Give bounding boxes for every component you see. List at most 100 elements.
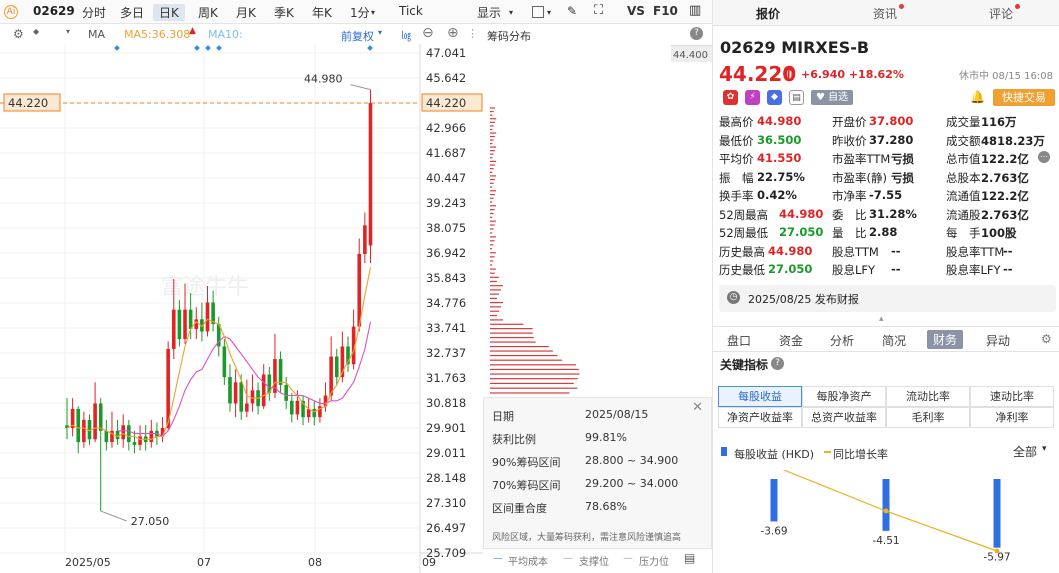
draw-pen-icon[interactable]: ✎ <box>567 4 577 18</box>
candle-body[interactable] <box>357 253 362 327</box>
candle-body[interactable] <box>93 403 97 440</box>
more-dots-icon[interactable]: ⋯ <box>1038 151 1050 163</box>
fullscreen-icon[interactable]: ⛶ <box>594 3 603 18</box>
period-1min[interactable]: 1分 <box>350 4 370 21</box>
candle-body[interactable] <box>138 436 142 445</box>
more-icon[interactable]: ⋮ <box>467 27 478 40</box>
candle-body[interactable] <box>82 419 86 443</box>
period-monthly-k[interactable]: 月K <box>236 4 256 21</box>
candle-body[interactable] <box>245 403 249 412</box>
ma-label[interactable]: MA <box>88 28 105 41</box>
period-tick[interactable]: Tick <box>399 4 423 18</box>
candle-body[interactable] <box>127 425 131 443</box>
candle-body[interactable] <box>278 359 283 385</box>
candle-body[interactable] <box>295 400 300 415</box>
ai-assistant-icon[interactable]: Ai <box>4 5 18 19</box>
candle-body[interactable] <box>250 390 255 404</box>
kpi-bvps[interactable]: 每股净资产 <box>802 386 886 407</box>
panel-settings-icon[interactable]: ⚙ <box>1041 332 1052 346</box>
candle-body[interactable] <box>239 382 244 412</box>
kpi-net-margin[interactable]: 净利率 <box>970 407 1054 428</box>
candle-body[interactable] <box>312 408 317 418</box>
vs-compare-button[interactable]: VS <box>627 4 645 18</box>
tab-quote[interactable]: 报价 <box>756 5 780 22</box>
tab-comments[interactable]: 评论 <box>989 5 1013 22</box>
kpi-eps[interactable]: 每股收益 <box>718 386 802 407</box>
kpi-help-icon[interactable]: ? <box>771 357 784 370</box>
tab-news[interactable]: 资讯 <box>873 5 897 22</box>
tab-capital[interactable]: 资金 <box>779 332 803 349</box>
period-intraday[interactable]: 分时 <box>82 4 106 21</box>
candle-body[interactable] <box>115 430 120 440</box>
tab-financials[interactable]: 财务 <box>927 330 964 349</box>
candle-body[interactable] <box>132 442 137 445</box>
chip-bar <box>490 332 533 334</box>
period-weekly-k[interactable]: 周K <box>198 4 218 21</box>
candle-body[interactable] <box>188 309 193 330</box>
display-dropdown-icon[interactable]: ▾ <box>509 8 513 17</box>
kline-chart[interactable]: 47.041 45.642 42.966 41.687 40.447 39.243 38.0… <box>0 44 483 573</box>
candle-body[interactable] <box>121 425 125 440</box>
adjust-mode[interactable]: 前复权 <box>341 28 374 44</box>
tab-order-book[interactable]: 盘口 <box>727 332 751 349</box>
candle-body[interactable] <box>290 400 294 415</box>
candle-body[interactable] <box>98 403 103 431</box>
candle-body[interactable] <box>104 430 109 443</box>
candle-body[interactable] <box>363 225 367 254</box>
kpi-roa[interactable]: 总资产收益率 <box>802 407 886 428</box>
period-dropdown-icon[interactable]: ▾ <box>371 8 375 17</box>
filter-chevron-icon[interactable]: ▾ <box>1042 444 1047 454</box>
zoom-in-icon[interactable]: ⊕ <box>447 25 459 41</box>
note-icon[interactable]: ▤ <box>789 90 804 105</box>
candle-body[interactable] <box>183 309 187 339</box>
candle-body[interactable] <box>205 302 210 332</box>
kpi-quick-ratio[interactable]: 速动比率 <box>970 386 1054 407</box>
candle-body[interactable] <box>76 408 81 443</box>
period-quarterly-k[interactable]: 季K <box>274 4 294 21</box>
settings-gear-icon[interactable]: ⚙ <box>13 27 24 41</box>
candle-body[interactable] <box>323 395 328 407</box>
period-yearly-k[interactable]: 年K <box>312 4 332 21</box>
period-daily-k[interactable]: 日K <box>153 4 185 21</box>
f10-button[interactable]: F10 <box>653 4 678 18</box>
chip-settings-icon[interactable]: ▤ <box>684 551 695 565</box>
log-scale-icon[interactable]: ㏒ <box>401 27 411 42</box>
shape-dropdown-icon[interactable]: ▾ <box>547 8 551 17</box>
add-watchlist-button[interactable]: ♥ 自选 <box>811 90 854 105</box>
candle-body[interactable] <box>171 309 176 349</box>
candle-body[interactable] <box>149 430 154 443</box>
candle-body[interactable] <box>334 356 339 378</box>
candle-body[interactable] <box>177 309 182 339</box>
tab-movement[interactable]: 异动 <box>986 332 1010 349</box>
ma-dropdown-icon[interactable]: ▾ <box>66 27 70 36</box>
candle-body[interactable] <box>329 356 333 396</box>
quote-value: 亏损 <box>891 152 914 166</box>
kpi-gross-margin[interactable]: 毛利率 <box>886 407 970 428</box>
tab-analysis[interactable]: 分析 <box>830 332 854 349</box>
candle-body[interactable] <box>222 346 227 378</box>
square-icon[interactable] <box>532 6 544 18</box>
tab-profile[interactable]: 简况 <box>882 332 906 349</box>
kpi-current-ratio[interactable]: 流动比率 <box>886 386 970 407</box>
zoom-out-icon[interactable]: ⊖ <box>422 25 434 41</box>
adjust-dropdown-icon[interactable]: ▾ <box>378 28 382 37</box>
candle-body[interactable] <box>261 374 266 407</box>
candle-body[interactable] <box>284 384 288 401</box>
candle-body[interactable] <box>228 377 232 404</box>
close-icon[interactable]: ✕ <box>692 400 703 415</box>
period-multi-day[interactable]: 多日 <box>120 4 144 21</box>
quick-trade-button[interactable]: 快捷交易 <box>993 89 1055 106</box>
period-filter-dropdown[interactable]: 全部 <box>1013 443 1037 460</box>
earnings-notice[interactable]: ◷ 2025/08/25 发布财报 <box>719 285 1056 312</box>
split-view-icon[interactable]: ▥ <box>689 3 701 18</box>
collapse-icon[interactable]: ◆ <box>33 27 39 36</box>
connect-icon: ⚡ <box>745 90 760 105</box>
alert-bell-icon[interactable]: 🔔 <box>970 90 985 104</box>
help-icon[interactable]: ? <box>690 27 703 40</box>
kpi-roe[interactable]: 净资产收益率 <box>718 407 802 428</box>
candle-body[interactable] <box>233 382 238 404</box>
display-menu[interactable]: 显示 <box>477 4 501 21</box>
candle-body[interactable] <box>368 103 373 246</box>
expand-chevron-icon[interactable]: ▴ <box>879 314 884 324</box>
candle-body[interactable] <box>306 408 311 418</box>
